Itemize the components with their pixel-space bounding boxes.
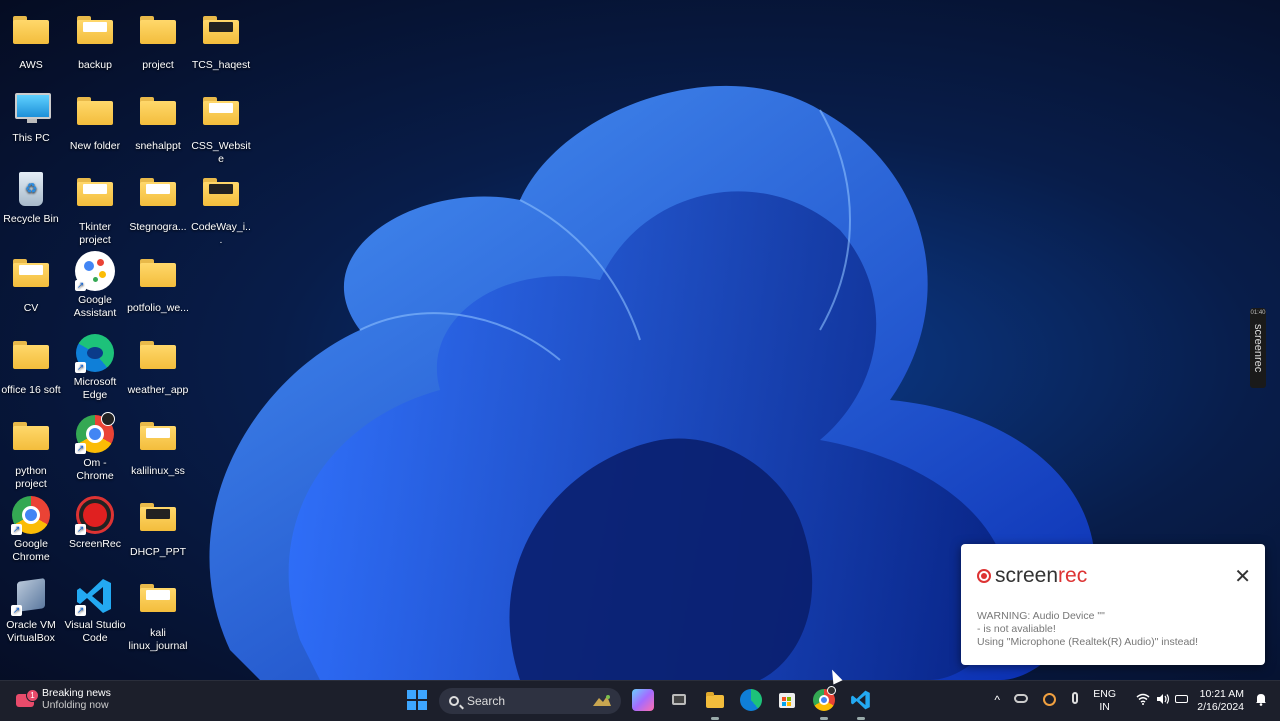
- google-assistant-icon: ↗: [75, 251, 115, 291]
- folder-icon: [201, 97, 241, 137]
- folder-icon: [75, 97, 115, 137]
- folder-icon: [138, 16, 178, 56]
- folder-icon: [75, 16, 115, 56]
- shortcut-arrow-icon: ↗: [75, 443, 86, 454]
- language-indicator[interactable]: ENG IN: [1093, 688, 1116, 714]
- notification-bell-icon[interactable]: [1254, 692, 1268, 709]
- desktop-icon-aws[interactable]: AWS: [0, 8, 62, 72]
- screenrec-icon: ↗: [75, 495, 115, 535]
- desktop-icon-google-assistant[interactable]: ↗ Google Assistant: [64, 251, 126, 320]
- news-title: Breaking news: [42, 687, 111, 699]
- taskbar: 1 Breaking news Unfolding now Search ^ E…: [0, 680, 1280, 721]
- folder-icon: [75, 178, 115, 218]
- desktop-icon-visual-studio-code[interactable]: ↗ Visual Studio Code: [64, 576, 126, 645]
- desktop-icon-google-chrome[interactable]: ↗ Google Chrome: [0, 495, 62, 564]
- battery-icon[interactable]: [1175, 695, 1188, 703]
- folder-icon: [138, 259, 178, 299]
- recording-timer: 01:40: [1250, 310, 1266, 316]
- screenrec-side-tab[interactable]: 01:40 screenrec: [1250, 308, 1266, 388]
- folder-icon: [11, 341, 51, 381]
- folder-icon: [201, 16, 241, 56]
- copilot-icon[interactable]: [632, 689, 654, 711]
- desktop-icon-virtualbox[interactable]: ↗ Oracle VM VirtualBox: [0, 576, 62, 645]
- file-explorer-icon[interactable]: [704, 689, 726, 720]
- desktop-icon-kali-linux-journal[interactable]: kali linux_journal: [127, 576, 189, 653]
- vscode-icon: ↗: [75, 576, 115, 616]
- notification-message: WARNING: Audio Device "" - is not avalia…: [977, 610, 1199, 648]
- start-button[interactable]: [407, 690, 427, 710]
- news-badge: 1: [26, 689, 39, 702]
- desktop-icon-codeway[interactable]: CodeWay_i...: [190, 170, 252, 247]
- news-widget[interactable]: 1 Breaking news Unfolding now: [14, 687, 111, 711]
- close-notification-button[interactable]: ✕: [1234, 564, 1251, 589]
- desktop-icon-backup[interactable]: backup: [64, 8, 126, 72]
- chrome-icon[interactable]: [813, 686, 836, 720]
- recycle-bin-icon: ♻: [11, 170, 51, 210]
- screenrec-notification: screen rec ✕ WARNING: Audio Device "" - i…: [961, 544, 1265, 665]
- desktop-icon-cv[interactable]: CV: [0, 251, 62, 315]
- news-icon: 1: [14, 689, 39, 709]
- folder-icon: [11, 422, 51, 462]
- desktop-icon-dhcp-ppt[interactable]: DHCP_PPT: [127, 495, 189, 559]
- folder-icon: [138, 178, 178, 218]
- desktop-icon-tcs-haqest[interactable]: TCS_haqest: [190, 8, 252, 72]
- profile-badge-icon: [101, 412, 115, 426]
- shortcut-arrow-icon: ↗: [11, 524, 22, 535]
- shortcut-arrow-icon: ↗: [75, 280, 86, 291]
- desktop-icon-microsoft-edge[interactable]: ↗ Microsoft Edge: [64, 333, 126, 402]
- volume-icon[interactable]: [1156, 693, 1170, 708]
- folder-icon: [11, 16, 51, 56]
- screenrec-logo: screen rec: [977, 564, 1087, 588]
- desktop-icon-project[interactable]: project: [127, 8, 189, 72]
- side-tab-label: screenrec: [1252, 323, 1264, 373]
- folder-icon: [138, 422, 178, 462]
- desktop-icon-this-pc[interactable]: This PC: [0, 89, 62, 145]
- desktop-icon-tkinter-project[interactable]: Tkinter project: [64, 170, 126, 247]
- taskbar-search[interactable]: Search: [439, 688, 621, 714]
- desktop-icon-new-folder[interactable]: New folder: [64, 89, 126, 153]
- folder-icon: [138, 584, 178, 624]
- news-subtitle: Unfolding now: [42, 699, 109, 711]
- desktop-icon-css-website[interactable]: CSS_Website: [190, 89, 252, 166]
- desktop-icon-om-chrome[interactable]: ↗ Om - Chrome: [64, 412, 126, 483]
- virtualbox-icon: ↗: [11, 576, 51, 616]
- folder-icon: [138, 503, 178, 543]
- microphone-icon[interactable]: [1072, 692, 1078, 704]
- onedrive-icon[interactable]: [1014, 694, 1028, 703]
- folder-icon: [201, 178, 241, 218]
- search-highlight-icon: [593, 695, 611, 706]
- desktop-icon-potfolio[interactable]: potfolio_we...: [127, 251, 189, 315]
- update-icon[interactable]: [1043, 693, 1056, 706]
- clock[interactable]: 10:21 AM 2/16/2024: [1197, 688, 1244, 714]
- desktop-icon-screenrec[interactable]: ↗ ScreenRec: [64, 495, 126, 551]
- search-icon: [449, 696, 459, 706]
- microsoft-store-icon[interactable]: [776, 689, 798, 711]
- show-hidden-icons-chevron[interactable]: ^: [994, 693, 1000, 707]
- desktop-icon-snehalppt[interactable]: snehalppt: [127, 89, 189, 153]
- desktop-icon-kalilinux-ss[interactable]: kalilinux_ss: [127, 414, 189, 478]
- desktop-icon-stegnogra[interactable]: Stegnogra...: [127, 170, 189, 234]
- folder-icon: [11, 259, 51, 299]
- chrome-icon: ↗: [75, 412, 115, 454]
- vscode-icon[interactable]: [850, 689, 872, 720]
- shortcut-arrow-icon: ↗: [11, 605, 22, 616]
- edge-icon: ↗: [75, 333, 115, 373]
- monitor-icon: [11, 89, 51, 129]
- shortcut-arrow-icon: ↗: [75, 362, 86, 373]
- record-icon: [977, 569, 991, 583]
- folder-icon: [138, 341, 178, 381]
- wifi-icon[interactable]: [1136, 693, 1150, 708]
- search-placeholder: Search: [467, 694, 506, 708]
- desktop-icon-recycle-bin[interactable]: ♻ Recycle Bin: [0, 170, 62, 226]
- shortcut-arrow-icon: ↗: [75, 524, 86, 535]
- shortcut-arrow-icon: ↗: [75, 605, 86, 616]
- desktop-icon-weather-app[interactable]: weather_app: [127, 333, 189, 397]
- edge-icon[interactable]: [740, 689, 762, 711]
- folder-icon: [138, 97, 178, 137]
- desktop-icon-office-16-soft[interactable]: office 16 soft: [0, 333, 62, 397]
- desktop-icon-python-project[interactable]: python project: [0, 414, 62, 491]
- task-view-icon[interactable]: [668, 689, 690, 711]
- chrome-icon: ↗: [11, 495, 51, 535]
